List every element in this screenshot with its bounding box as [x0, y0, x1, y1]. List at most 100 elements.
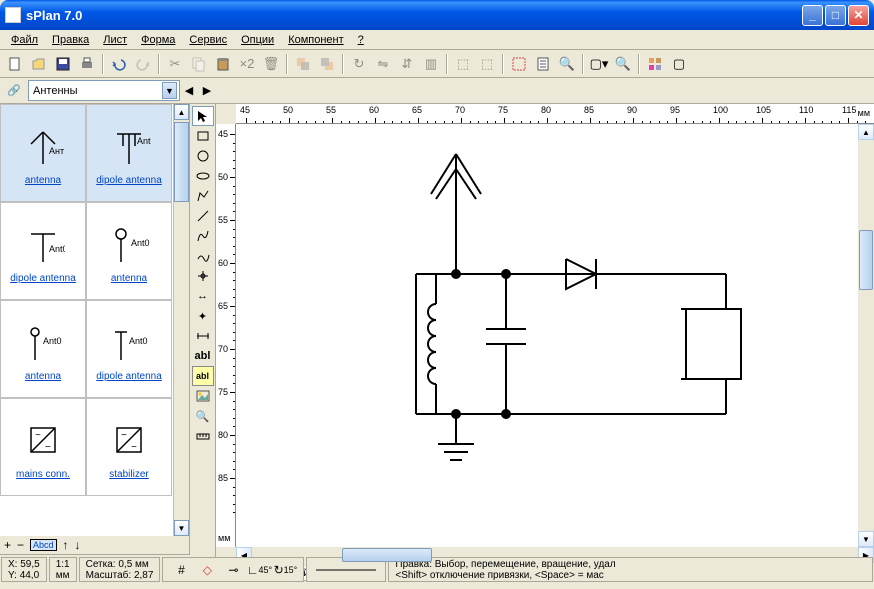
- menu-sheet[interactable]: Лист: [96, 32, 134, 48]
- print-button[interactable]: [76, 53, 98, 75]
- undo-button[interactable]: [108, 53, 130, 75]
- circle-tool[interactable]: [192, 146, 214, 166]
- search-button[interactable]: 🔍: [556, 53, 578, 75]
- menu-form[interactable]: Форма: [134, 32, 182, 48]
- menu-service[interactable]: Сервис: [182, 32, 234, 48]
- scroll-up-button[interactable]: ▲: [858, 124, 874, 140]
- library-footer: + − Abcd ↑ ↓: [0, 536, 189, 554]
- close-button[interactable]: ✕: [848, 5, 869, 26]
- group-button[interactable]: ⬚: [452, 53, 474, 75]
- scroll-down-button[interactable]: ▼: [174, 520, 189, 536]
- scroll-down-button[interactable]: ▼: [858, 531, 874, 547]
- dropdown-value: Антенны: [31, 85, 162, 97]
- flip-h-button[interactable]: ⇋: [372, 53, 394, 75]
- lib-add-button[interactable]: +: [4, 538, 11, 552]
- node-tool[interactable]: ✦: [192, 306, 214, 326]
- scrollbar-thumb[interactable]: [859, 230, 873, 290]
- cut-button[interactable]: ✂: [164, 53, 186, 75]
- new-button[interactable]: [4, 53, 26, 75]
- link-icon[interactable]: 🔗: [4, 81, 24, 101]
- copy-button[interactable]: [188, 53, 210, 75]
- special-tool[interactable]: [192, 266, 214, 286]
- minimize-button[interactable]: _: [802, 5, 823, 26]
- zoom-tool[interactable]: 🔍: [192, 406, 214, 426]
- color-button[interactable]: [644, 53, 666, 75]
- freehand-tool[interactable]: [192, 246, 214, 266]
- paste-button[interactable]: [212, 53, 234, 75]
- zoom-button[interactable]: 🔍: [612, 53, 634, 75]
- snap-icon[interactable]: ◇: [197, 560, 217, 580]
- page-button[interactable]: ▢▾: [588, 53, 610, 75]
- blank-button[interactable]: ▢: [668, 53, 690, 75]
- image-tool[interactable]: [192, 386, 214, 406]
- scroll-up-button[interactable]: ▲: [174, 104, 189, 120]
- menu-help[interactable]: ?: [351, 32, 371, 48]
- select-tool[interactable]: [192, 106, 214, 126]
- scrollbar-thumb[interactable]: [342, 548, 432, 562]
- lib-sort-button[interactable]: Abcd: [30, 539, 57, 551]
- symbol-item[interactable]: Ant0 antenna: [0, 300, 86, 398]
- svg-text:−: −: [131, 442, 137, 453]
- label-tool[interactable]: abl: [192, 366, 214, 386]
- polygon-tool[interactable]: [192, 186, 214, 206]
- ellipse-tool[interactable]: [192, 166, 214, 186]
- save-button[interactable]: [52, 53, 74, 75]
- svg-text:Ant0: Ant0: [43, 336, 62, 346]
- text-tool[interactable]: abl: [192, 346, 214, 366]
- measure-tool[interactable]: [192, 426, 214, 446]
- menu-edit[interactable]: Правка: [45, 32, 96, 48]
- rect-tool[interactable]: [192, 126, 214, 146]
- library-scrollbar[interactable]: ▲ ▼: [173, 104, 189, 536]
- svg-text:Ant0: Ant0: [49, 244, 65, 254]
- delete-button[interactable]: 🗑: [260, 53, 282, 75]
- dimension-tool[interactable]: [192, 326, 214, 346]
- bezier-tool[interactable]: [192, 226, 214, 246]
- next-category-button[interactable]: ▶: [198, 81, 216, 101]
- scrollbar-thumb[interactable]: [174, 122, 189, 202]
- category-dropdown[interactable]: Антенны ▼: [28, 80, 180, 101]
- ungroup-button[interactable]: ⬚: [476, 53, 498, 75]
- symbol-item[interactable]: −− stabilizer: [86, 398, 172, 496]
- lib-remove-button[interactable]: −: [17, 538, 24, 552]
- snap-button[interactable]: [508, 53, 530, 75]
- maximize-button[interactable]: □: [825, 5, 846, 26]
- svg-text:−: −: [45, 442, 51, 453]
- bring-front-button[interactable]: [292, 53, 314, 75]
- flip-v-button[interactable]: ⇵: [396, 53, 418, 75]
- status-coords: X: 59,5 Y: 44,0: [1, 557, 47, 582]
- menu-file[interactable]: Файл: [4, 32, 45, 48]
- rotate-button[interactable]: ↻: [348, 53, 370, 75]
- status-ratio: 1:1 мм: [49, 557, 77, 582]
- symbol-item[interactable]: Ант antenna: [0, 104, 86, 202]
- symbol-item[interactable]: Ant0 antenna: [86, 202, 172, 300]
- horizontal-scrollbar[interactable]: ◀ ▶: [236, 547, 874, 563]
- symbol-label: dipole antenna: [10, 273, 76, 284]
- line-tool[interactable]: [192, 206, 214, 226]
- menu-component[interactable]: Компонент: [281, 32, 350, 48]
- lib-down-button[interactable]: ↓: [75, 538, 81, 552]
- svg-text:Ант: Ант: [49, 146, 64, 156]
- tool-palette: ↔ ✦ abl abl 🔍: [190, 104, 216, 581]
- duplicate-button[interactable]: ×2: [236, 53, 258, 75]
- svg-text:Ant0: Ant0: [137, 136, 151, 146]
- window-title: sPlan 7.0: [26, 8, 802, 23]
- align-button[interactable]: ▥: [420, 53, 442, 75]
- open-button[interactable]: [28, 53, 50, 75]
- send-back-button[interactable]: [316, 53, 338, 75]
- prev-category-button[interactable]: ◀: [180, 81, 198, 101]
- endpoint-icon[interactable]: ⊸: [223, 560, 243, 580]
- arrow-tool[interactable]: ↔: [192, 286, 214, 306]
- grid-icon[interactable]: #: [171, 560, 191, 580]
- menu-options[interactable]: Опции: [234, 32, 281, 48]
- list-button[interactable]: [532, 53, 554, 75]
- symbol-item[interactable]: Ant0 dipole antenna: [86, 300, 172, 398]
- drawing-canvas[interactable]: [236, 124, 858, 547]
- lib-up-button[interactable]: ↑: [63, 538, 69, 552]
- symbol-item[interactable]: Ant0 dipole antenna: [86, 104, 172, 202]
- vertical-scrollbar[interactable]: ▲ ▼: [858, 124, 874, 547]
- toolbar: ✂ ×2 🗑 ↻ ⇋ ⇵ ▥ ⬚ ⬚ 🔍 ▢▾ 🔍 ▢: [0, 50, 874, 78]
- symbol-item[interactable]: Ant0 dipole antenna: [0, 202, 86, 300]
- redo-button[interactable]: [132, 53, 154, 75]
- symbol-item[interactable]: ~− mains conn.: [0, 398, 86, 496]
- horizontal-ruler: мм 4550556065707580859095100105110115: [236, 104, 874, 124]
